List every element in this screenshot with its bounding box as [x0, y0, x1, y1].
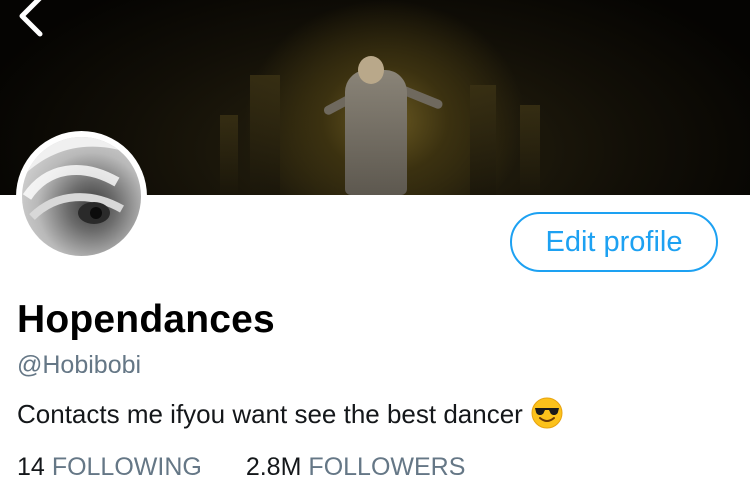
- following-count: 14: [17, 453, 45, 481]
- followers-count: 2.8M: [245, 453, 302, 481]
- avatar-image: [22, 137, 141, 256]
- banner-decor: [250, 75, 280, 195]
- avatar[interactable]: [16, 131, 147, 262]
- display-name: Hopendances: [17, 298, 275, 341]
- banner-figure-head: [358, 56, 384, 84]
- bio: Contacts me ifyou want see the best danc…: [17, 397, 563, 436]
- bio-text: Contacts me ifyou want see the best danc…: [17, 399, 523, 429]
- smiling-face-with-sunglasses-icon: [531, 397, 563, 436]
- followers-label: FOLLOWERS: [308, 453, 466, 481]
- user-handle: @Hobibobi: [17, 351, 142, 379]
- followers-link[interactable]: 2.8M FOLLOWERS: [246, 453, 466, 482]
- following-label: FOLLOWING: [51, 453, 202, 481]
- banner-decor: [220, 115, 238, 195]
- banner-figure: [345, 70, 407, 195]
- edit-profile-button[interactable]: Edit profile: [510, 212, 718, 272]
- following-link[interactable]: 14 FOLLOWING: [17, 453, 202, 482]
- follow-stats: 14 FOLLOWING 2.8M FOLLOWERS: [17, 453, 465, 482]
- banner-decor: [470, 85, 496, 195]
- banner-decor: [520, 105, 540, 195]
- chevron-left-icon[interactable]: [12, 0, 50, 44]
